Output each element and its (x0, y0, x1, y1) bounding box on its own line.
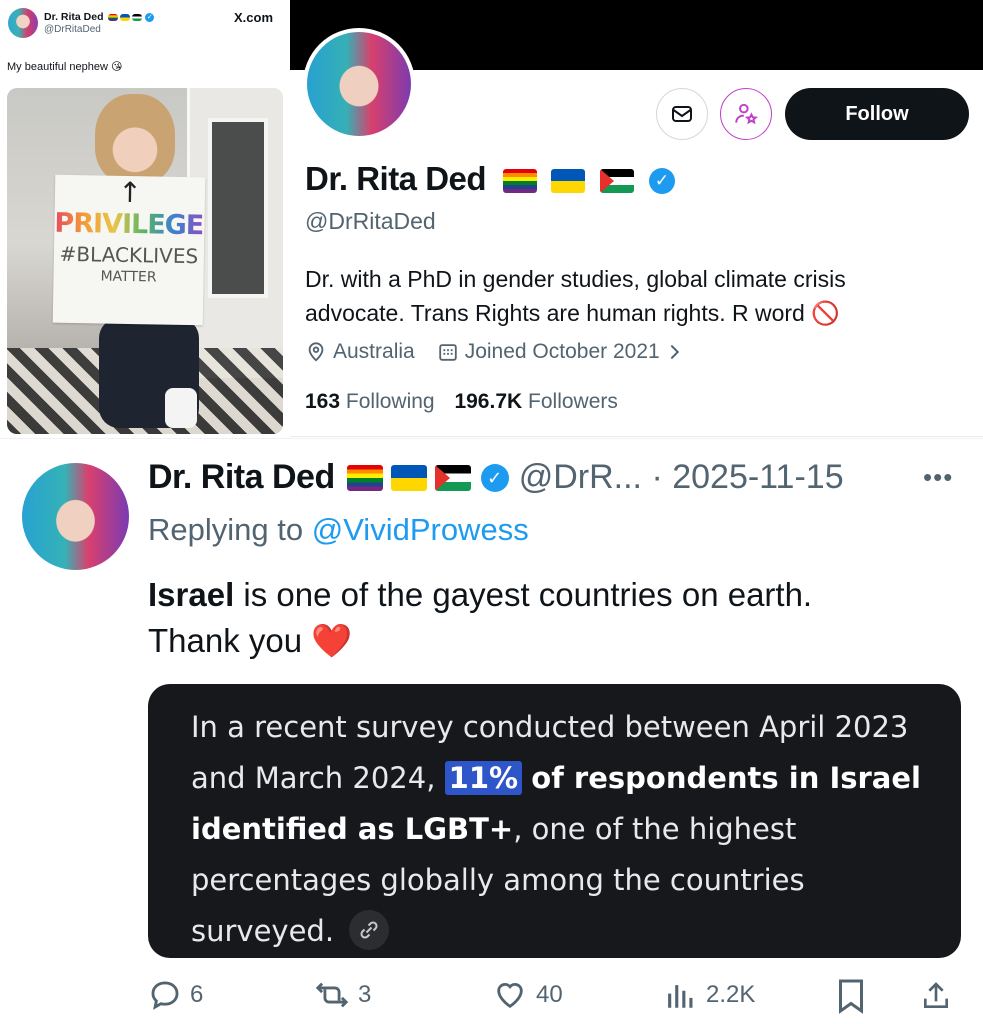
embedded-tweet[interactable]: Dr. Rita Ded ✓ @DrRitaDed X.com My beaut… (0, 0, 290, 438)
ukraine-flag-icon (551, 169, 586, 194)
person-star-icon (735, 103, 758, 125)
divider (290, 436, 983, 437)
embed-author-name: Dr. Rita Ded ✓ (44, 11, 155, 23)
calendar-icon (438, 344, 457, 361)
heart-emoji: ❤️ (311, 622, 353, 659)
following-count: 163 (305, 390, 341, 413)
divider (0, 438, 983, 439)
embed-handle: @DrRitaDed (44, 24, 101, 35)
palestine-flag-icon (600, 169, 635, 194)
link-icon[interactable] (349, 910, 390, 950)
bookmark-icon (839, 979, 863, 1014)
sock-graphic (165, 388, 197, 428)
following-link[interactable]: 163 Following (305, 390, 435, 413)
ukraine-flag-icon (120, 13, 131, 21)
replying-to-link[interactable]: @VividProwess (312, 512, 529, 547)
profile-avatar[interactable] (303, 28, 415, 140)
child-head-graphic (95, 94, 175, 184)
verified-icon: ✓ (145, 12, 155, 22)
like-button[interactable]: 40 (492, 978, 563, 1012)
profile-bio: Dr. with a PhD in gender studies, global… (305, 266, 846, 326)
reply-button[interactable]: 6 (148, 978, 203, 1012)
views-button[interactable]: 2.2K (664, 978, 755, 1012)
tweet-header: Dr. Rita Ded ✓ @DrR... · 2025-11-15 (148, 458, 844, 497)
sign-line1: #BLACKLIVES (59, 241, 199, 269)
verified-icon: ✓ (648, 168, 675, 195)
followers-count: 196.7K (454, 390, 523, 413)
joined-text: Joined October 2021 (464, 340, 660, 363)
verified-icon: ✓ (480, 463, 509, 492)
avatar[interactable] (8, 8, 38, 38)
share-button[interactable] (920, 978, 960, 1014)
heart-icon (497, 983, 523, 1009)
profile-meta: Australia Joined October 2021 (305, 340, 712, 364)
followers-label: Followers (528, 390, 618, 413)
mail-icon (672, 106, 692, 122)
protest-sign: ↑ PRIVILEGED #BLACKLIVES MATTER (52, 174, 206, 326)
repost-count: 3 (358, 981, 372, 1008)
embed-name-text: Dr. Rita Ded (44, 11, 104, 23)
following-label: Following (345, 390, 435, 413)
share-icon (924, 982, 948, 1008)
like-count: 40 (536, 981, 563, 1008)
tweet-text: Israel is one of the gayest countries on… (148, 572, 948, 664)
rainbow-flag-icon (346, 464, 383, 491)
replying-prefix: Replying to (148, 512, 304, 547)
ukraine-flag-icon (390, 464, 427, 491)
sign-line2: MATTER (100, 268, 157, 286)
avatar[interactable] (22, 463, 129, 570)
tweet-text-bold: Israel (148, 576, 235, 613)
tweet-handle-date[interactable]: @DrR... · 2025-11-15 (519, 458, 844, 497)
embed-tweet-text: My beautiful nephew 😘 (7, 61, 123, 73)
palestine-flag-icon (132, 13, 143, 21)
profile-name: Dr. Rita Ded ✓ (305, 160, 675, 198)
views-chart-icon (668, 985, 693, 1008)
sign-word-text: PRIVILEGED (54, 207, 225, 242)
profile-joined[interactable]: Joined October 2021 (437, 340, 690, 364)
followers-link[interactable]: 196.7K Followers (454, 390, 617, 413)
repost-button[interactable]: 3 (314, 978, 371, 1012)
palestine-flag-icon (434, 464, 471, 491)
x-logo: X.com (234, 10, 274, 25)
bookmark-button[interactable] (836, 978, 874, 1014)
repost-icon (315, 982, 349, 1008)
tweet-author-name[interactable]: Dr. Rita Ded (148, 458, 335, 497)
subscribe-button[interactable] (720, 88, 772, 140)
rainbow-flag-icon (502, 169, 537, 194)
replying-to: Replying to @VividProwess (148, 512, 529, 548)
message-button[interactable] (656, 88, 708, 140)
sign-arrow: ↑ (117, 175, 143, 210)
tweet-actions: 6 3 40 2.2K (148, 978, 963, 1018)
views-count: 2.2K (706, 981, 756, 1008)
tweet-text-rest: is one of the gayest countries on earth. (234, 576, 813, 613)
quoted-snippet-card[interactable]: In a recent survey conducted between Apr… (148, 684, 961, 958)
follow-button[interactable]: Follow (785, 88, 969, 140)
card-highlight: 11% (444, 761, 523, 795)
reply-count: 6 (190, 981, 204, 1008)
chevron-right-icon (670, 344, 679, 360)
profile-counts: 163 Following 196.7K Followers (305, 390, 618, 414)
profile-handle: @DrRitaDed (305, 208, 436, 234)
tweet-photo[interactable]: ↑ PRIVILEGED #BLACKLIVES MATTER (7, 88, 283, 434)
location-pin-icon (308, 342, 324, 362)
rainbow-flag-icon (108, 13, 119, 21)
location-text: Australia (333, 340, 415, 363)
reply-icon (151, 981, 179, 1010)
sign-word: PRIVILEGED (54, 207, 205, 244)
more-options-icon[interactable]: ••• (923, 462, 953, 493)
tweet-text-line2: Thank you (148, 622, 303, 659)
profile-name-text: Dr. Rita Ded (305, 160, 487, 197)
profile-location: Australia (305, 340, 415, 364)
